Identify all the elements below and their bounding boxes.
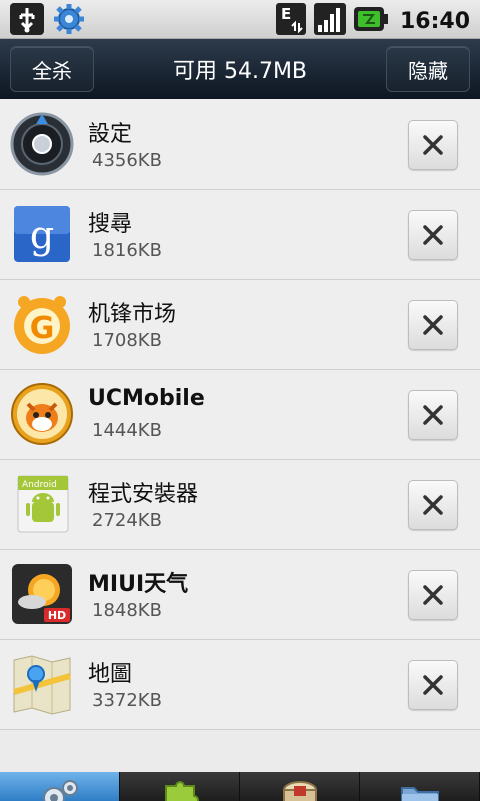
app-header: 全杀 可用 54.7MB 隐藏 (0, 39, 480, 99)
tab-files[interactable] (360, 772, 480, 801)
app-name: 程式安裝器 (88, 482, 199, 507)
app-name: UCMobile (88, 386, 205, 411)
usb-icon (10, 3, 44, 39)
package-installer-icon: Android (10, 472, 74, 536)
list-item[interactable]: UCMobile 1444KB (0, 370, 480, 460)
box-icon (282, 781, 317, 801)
puzzle-icon (164, 781, 199, 801)
list-item[interactable]: Android 程式安裝器 2724KB (0, 460, 480, 550)
app-memory-size: 2724KB (92, 510, 162, 531)
status-bar: E 16:40 (0, 0, 480, 39)
app-name: MIUI天气 (88, 572, 189, 597)
svg-text:G: G (30, 311, 55, 346)
close-icon (423, 585, 443, 605)
folder-icon (400, 787, 439, 801)
maps-icon (10, 652, 74, 716)
network-type: E (281, 5, 291, 23)
app-name: 搜尋 (88, 212, 133, 237)
settings-app-icon (10, 112, 74, 176)
kill-app-button[interactable] (408, 390, 458, 440)
list-item[interactable]: g 搜尋 1816KB (0, 190, 480, 280)
gfan-market-icon: G (10, 292, 74, 356)
signal-strength-icon (313, 3, 346, 39)
tab-services[interactable] (120, 772, 240, 801)
battery-icon (353, 3, 388, 39)
close-icon (423, 135, 443, 155)
kill-app-button[interactable] (408, 570, 458, 620)
close-icon (423, 315, 443, 335)
svg-text:HD: HD (48, 609, 66, 622)
running-apps-list: 設定 4356KB g 搜尋 1816KB G 机锋市场 1708KB UCMo… (0, 100, 480, 730)
settings-gear-icon (52, 3, 86, 39)
close-icon (423, 405, 443, 425)
close-icon (423, 225, 443, 245)
svg-text:g: g (30, 213, 54, 257)
app-memory-size: 1848KB (92, 600, 162, 621)
list-item[interactable]: G 机锋市场 1708KB (0, 280, 480, 370)
close-icon (423, 495, 443, 515)
kill-app-button[interactable] (408, 480, 458, 530)
kill-app-button[interactable] (408, 210, 458, 260)
kill-app-button[interactable] (408, 660, 458, 710)
app-memory-size: 3372KB (92, 690, 162, 711)
close-icon (423, 675, 443, 695)
list-item[interactable]: HD MIUI天气 1848KB (0, 550, 480, 640)
tab-packages[interactable] (240, 772, 360, 801)
app-memory-size: 1708KB (92, 330, 162, 351)
clock: 16:40 (399, 8, 470, 34)
miui-weather-icon: HD (10, 562, 74, 626)
ucmobile-icon (10, 382, 74, 446)
network-edge-icon: E (275, 3, 306, 39)
kill-all-button[interactable]: 全杀 (10, 46, 94, 92)
bottom-tab-bar (0, 772, 480, 801)
google-search-icon: g (10, 202, 74, 266)
app-name: 地圖 (88, 662, 133, 687)
gears-icon (42, 780, 78, 801)
kill-app-button[interactable] (408, 300, 458, 350)
list-item[interactable]: 地圖 3372KB (0, 640, 480, 730)
tab-processes[interactable] (0, 772, 120, 801)
app-name: 設定 (88, 122, 133, 147)
app-name: 机锋市场 (88, 302, 177, 327)
kill-app-button[interactable] (408, 120, 458, 170)
app-memory-size: 1444KB (92, 420, 162, 441)
app-memory-size: 4356KB (92, 150, 162, 171)
available-memory-title: 可用 54.7MB (172, 59, 308, 84)
list-item[interactable]: 設定 4356KB (0, 100, 480, 190)
app-memory-size: 1816KB (92, 240, 162, 261)
hide-button[interactable]: 隐藏 (386, 46, 470, 92)
svg-text:Android: Android (22, 480, 57, 490)
